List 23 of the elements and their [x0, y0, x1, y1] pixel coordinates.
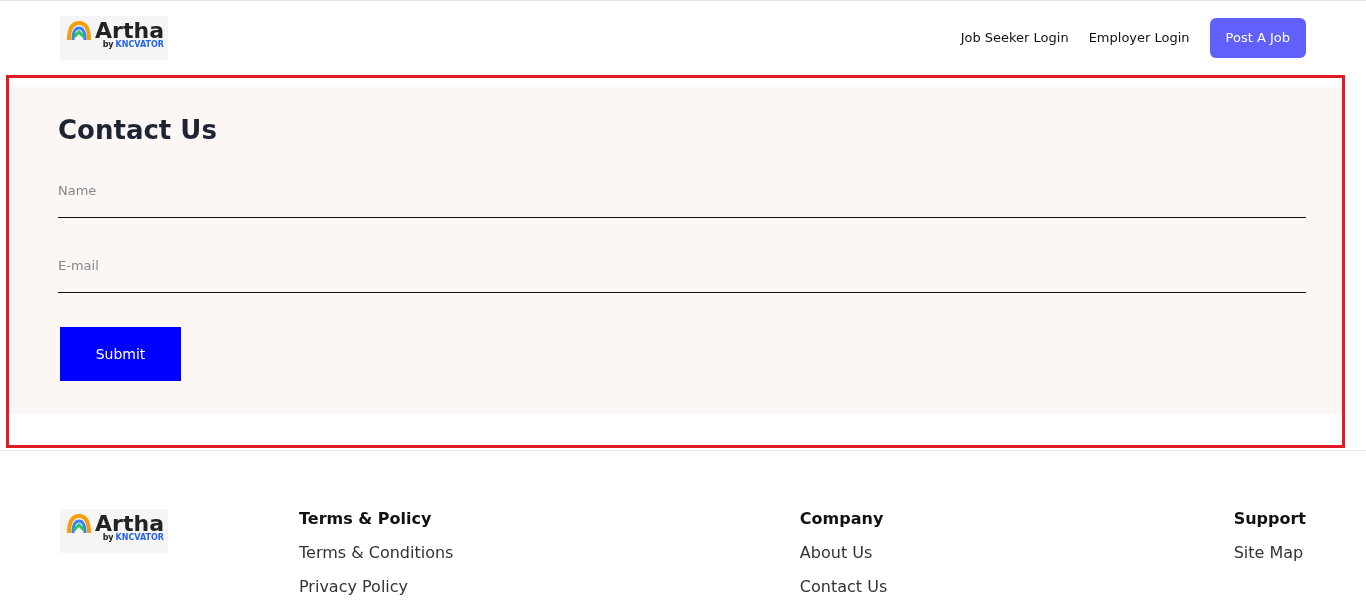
logo-byline: by — [102, 534, 114, 542]
footer-link[interactable]: Privacy Policy — [299, 577, 454, 597]
arch-icon — [66, 20, 93, 42]
post-job-button[interactable]: Post A Job — [1209, 18, 1306, 58]
footer-link[interactable]: Contact Us — [799, 577, 888, 597]
logo-brand: KNCVATOR — [115, 534, 164, 542]
footer-heading: Support — [1233, 509, 1306, 529]
footer-heading: Company — [799, 509, 885, 529]
logo[interactable]: Artha by KNCVATOR — [60, 509, 168, 553]
footer-heading: Terms & Policy — [299, 509, 433, 529]
logo-brand: KNCVATOR — [115, 41, 164, 49]
text-field[interactable]: E-mail — [58, 238, 1306, 293]
nav-link[interactable]: Job Seeker Login — [960, 28, 1069, 48]
nav-link[interactable]: Employer Login — [1088, 28, 1190, 48]
footer-link[interactable]: Terms & Conditions — [299, 543, 454, 563]
contact-title: Contact Us — [58, 117, 218, 143]
text-field[interactable]: Name — [58, 163, 1306, 218]
arch-icon — [66, 513, 93, 535]
footer-link[interactable]: Site Map — [1233, 543, 1306, 563]
footer-link[interactable]: About Us — [799, 543, 888, 563]
logo-byline: by — [102, 41, 114, 49]
submit-button[interactable]: Submit — [60, 327, 181, 381]
logo[interactable]: Artha by KNCVATOR — [60, 16, 168, 60]
